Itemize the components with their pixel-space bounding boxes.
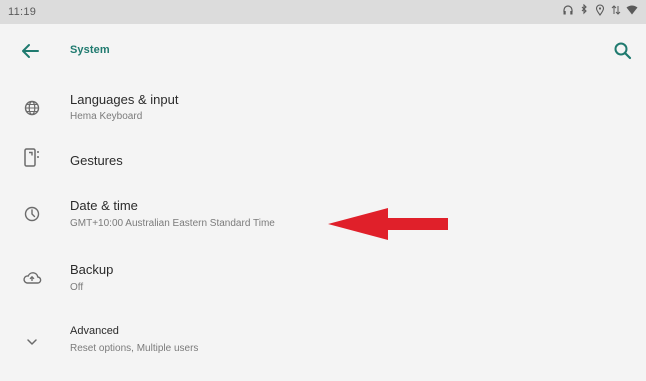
globe-icon bbox=[24, 100, 40, 116]
list-item-advanced[interactable]: Advanced Reset options, Multiple users bbox=[0, 316, 646, 376]
item-title: Backup bbox=[70, 262, 114, 277]
search-button[interactable] bbox=[610, 38, 636, 64]
app-bar: System bbox=[0, 24, 646, 76]
list-item-backup[interactable]: Backup Off bbox=[0, 254, 646, 314]
item-title: Languages & input bbox=[70, 92, 179, 107]
bluetooth-icon bbox=[578, 4, 590, 16]
search-icon bbox=[614, 42, 632, 60]
item-title: Gestures bbox=[70, 153, 123, 168]
wifi-icon bbox=[626, 4, 638, 16]
item-title: Date & time bbox=[70, 198, 138, 213]
phone-gesture-icon bbox=[24, 148, 39, 167]
status-time: 11:19 bbox=[8, 6, 37, 18]
item-subtitle: Hema Keyboard bbox=[70, 111, 143, 122]
list-item-gestures[interactable]: Gestures bbox=[0, 130, 646, 190]
page-title: System bbox=[70, 44, 110, 56]
status-bar: 11:19 bbox=[0, 0, 646, 24]
back-button[interactable] bbox=[16, 38, 44, 64]
data-icon bbox=[610, 4, 622, 16]
chevron-down-icon bbox=[27, 339, 37, 345]
headphones-icon bbox=[562, 4, 574, 16]
status-icons bbox=[562, 4, 638, 16]
list-item-date-time[interactable]: Date & time GMT+10:00 Australian Eastern… bbox=[0, 190, 646, 250]
clock-icon bbox=[24, 206, 40, 222]
location-icon bbox=[594, 4, 606, 16]
cloud-backup-icon bbox=[23, 272, 42, 284]
item-subtitle: GMT+10:00 Australian Eastern Standard Ti… bbox=[70, 218, 275, 229]
annotation-arrow bbox=[328, 208, 448, 240]
item-subtitle: Off bbox=[70, 282, 84, 293]
arrow-left-icon bbox=[22, 44, 39, 58]
item-subtitle: Reset options, Multiple users bbox=[70, 343, 199, 354]
item-title: Advanced bbox=[70, 325, 119, 337]
